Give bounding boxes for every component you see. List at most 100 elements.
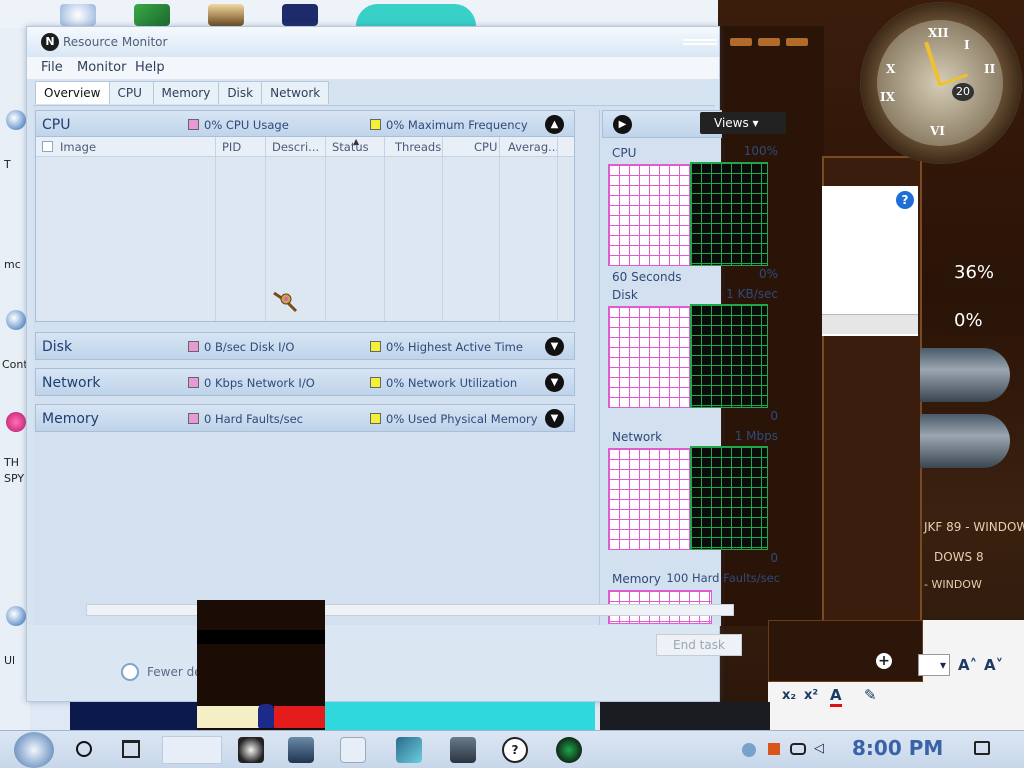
fewer-details-icon[interactable] bbox=[121, 663, 139, 681]
end-task-button[interactable]: End task bbox=[656, 634, 742, 656]
window-title-text: JKF 89 - WINDOWS bbox=[924, 520, 1024, 534]
cpu-panel-title: CPU bbox=[42, 117, 71, 133]
tab-disk[interactable]: Disk bbox=[218, 81, 263, 104]
brass-close-button[interactable] bbox=[786, 38, 808, 46]
desktop-icon[interactable] bbox=[6, 110, 26, 130]
pipe-decoration bbox=[920, 414, 1010, 468]
column-divider[interactable] bbox=[499, 137, 500, 321]
network-utilization-swatch bbox=[370, 377, 381, 388]
resource-monitor-taskbar-icon[interactable] bbox=[556, 737, 582, 763]
grow-font-icon[interactable]: A˄ bbox=[958, 656, 977, 674]
search-icon[interactable] bbox=[76, 741, 92, 757]
cpu-panel-header[interactable]: CPU 0% CPU Usage 0% Maximum Frequency ▲ bbox=[35, 110, 575, 138]
column-divider[interactable] bbox=[442, 137, 443, 321]
chevron-right-icon[interactable]: ▶ bbox=[613, 115, 632, 134]
zoom-in-icon[interactable]: + bbox=[876, 653, 892, 669]
disk-graph-max: 1 KB/sec bbox=[726, 287, 778, 301]
subscript-icon[interactable]: x₂ bbox=[782, 688, 796, 703]
title-bar[interactable]: N Resource Monitor bbox=[27, 27, 719, 57]
display-app-icon[interactable] bbox=[450, 737, 476, 763]
expand-chevron-down-icon[interactable]: ▼ bbox=[545, 373, 564, 392]
volume-icon[interactable]: ◁ bbox=[814, 742, 828, 756]
minimize-icon[interactable] bbox=[683, 39, 717, 45]
ram-gauge-value: 0% bbox=[944, 306, 1024, 336]
column-description[interactable]: Descri... bbox=[272, 140, 319, 154]
font-color-icon[interactable]: A bbox=[830, 686, 842, 707]
menu-file[interactable]: File bbox=[41, 60, 63, 75]
horizontal-scrollbar[interactable] bbox=[86, 604, 734, 616]
desktop-icon[interactable] bbox=[6, 412, 26, 432]
column-divider[interactable] bbox=[215, 137, 216, 321]
picture-app-icon[interactable] bbox=[288, 737, 314, 763]
window-title: Resource Monitor bbox=[63, 35, 168, 49]
gear-tray-icon[interactable] bbox=[742, 743, 756, 757]
disk-io-metric: 0 B/sec Disk I/O bbox=[204, 340, 295, 354]
expand-chevron-down-icon[interactable]: ▼ bbox=[545, 337, 564, 356]
app-icon[interactable] bbox=[282, 4, 318, 26]
column-divider[interactable] bbox=[384, 137, 385, 321]
disk-graph-label: Disk bbox=[612, 288, 638, 302]
cpu-usage-swatch bbox=[188, 119, 199, 130]
physical-memory-metric: 0% Used Physical Memory bbox=[386, 412, 538, 426]
select-all-checkbox[interactable] bbox=[42, 141, 53, 152]
tab-memory[interactable]: Memory bbox=[152, 81, 220, 104]
teal-disc-icon bbox=[356, 4, 476, 26]
desktop-top-icons bbox=[60, 4, 476, 26]
brass-minimize-button[interactable] bbox=[730, 38, 752, 46]
taskbar-blank-button[interactable] bbox=[162, 736, 222, 764]
clock-numeral: VI bbox=[930, 124, 945, 138]
expand-chevron-down-icon[interactable]: ▼ bbox=[545, 409, 564, 428]
column-cpu[interactable]: CPU bbox=[474, 140, 497, 154]
gear-desktop-icon[interactable] bbox=[60, 4, 96, 26]
column-divider[interactable] bbox=[265, 137, 266, 321]
start-button[interactable] bbox=[14, 732, 54, 768]
views-dropdown[interactable]: Views ▾ bbox=[700, 112, 786, 134]
cpu-gauge-value: 36% bbox=[944, 258, 1024, 288]
cpu-usage-metric: 0% CPU Usage bbox=[204, 118, 289, 132]
library-app-icon[interactable] bbox=[340, 737, 366, 763]
memory-graph-max: 100 Hard Faults/sec bbox=[666, 571, 780, 585]
tab-overview[interactable]: Overview bbox=[35, 81, 110, 104]
render-artifact bbox=[197, 630, 325, 644]
notification-icon[interactable] bbox=[974, 741, 990, 755]
taskbar-clock[interactable]: 8:00 PM bbox=[852, 736, 943, 760]
tab-network[interactable]: Network bbox=[261, 81, 330, 104]
column-divider[interactable] bbox=[557, 137, 558, 321]
visual-studio-icon[interactable] bbox=[134, 4, 170, 26]
active-time-metric: 0% Highest Active Time bbox=[386, 340, 523, 354]
tab-cpu[interactable]: CPU bbox=[108, 81, 154, 104]
column-status[interactable]: Status bbox=[332, 140, 369, 154]
hard-faults-metric: 0 Hard Faults/sec bbox=[204, 412, 304, 426]
memory-panel-header[interactable]: Memory 0 Hard Faults/sec 0% Used Physica… bbox=[35, 404, 575, 432]
column-divider[interactable] bbox=[325, 137, 326, 321]
disk-io-swatch bbox=[188, 341, 199, 352]
task-view-icon[interactable] bbox=[122, 740, 140, 758]
network-panel-header[interactable]: Network 0 Kbps Network I/O 0% Network Ut… bbox=[35, 368, 575, 396]
desktop-icon[interactable] bbox=[6, 606, 26, 626]
hard-faults-swatch bbox=[188, 413, 199, 424]
column-image[interactable]: Image bbox=[60, 140, 96, 154]
diamond-app-icon[interactable] bbox=[396, 737, 422, 763]
menu-help[interactable]: Help bbox=[135, 60, 165, 75]
package-icon[interactable] bbox=[208, 4, 244, 26]
superscript-icon[interactable]: x² bbox=[804, 688, 818, 703]
app-tray-icon[interactable] bbox=[768, 743, 780, 755]
network-icon[interactable] bbox=[790, 743, 806, 755]
column-threads[interactable]: Threads bbox=[395, 140, 441, 154]
table-header: Image PID Descri... ▲ Status Threads CPU… bbox=[36, 137, 574, 157]
cpu-graph-overflow bbox=[690, 162, 768, 266]
column-average[interactable]: Averag... bbox=[508, 140, 559, 154]
desktop-icon[interactable] bbox=[6, 310, 26, 330]
font-size-dropdown[interactable]: ▾ bbox=[918, 654, 950, 676]
disk-panel-header[interactable]: Disk 0 B/sec Disk I/O 0% Highest Active … bbox=[35, 332, 575, 360]
highlight-icon[interactable]: ✎ bbox=[864, 686, 877, 704]
shrink-font-icon[interactable]: A˅ bbox=[984, 656, 1003, 674]
help-chat-icon[interactable]: ? bbox=[502, 737, 528, 763]
menu-monitor[interactable]: Monitor bbox=[77, 60, 126, 75]
brass-maximize-button[interactable] bbox=[758, 38, 780, 46]
collapse-chevron-up-icon[interactable]: ▲ bbox=[545, 115, 564, 134]
skull-app-icon[interactable] bbox=[238, 737, 264, 763]
clock-numeral: II bbox=[984, 62, 996, 76]
column-pid[interactable]: PID bbox=[222, 140, 241, 154]
help-icon[interactable]: ? bbox=[896, 191, 914, 209]
